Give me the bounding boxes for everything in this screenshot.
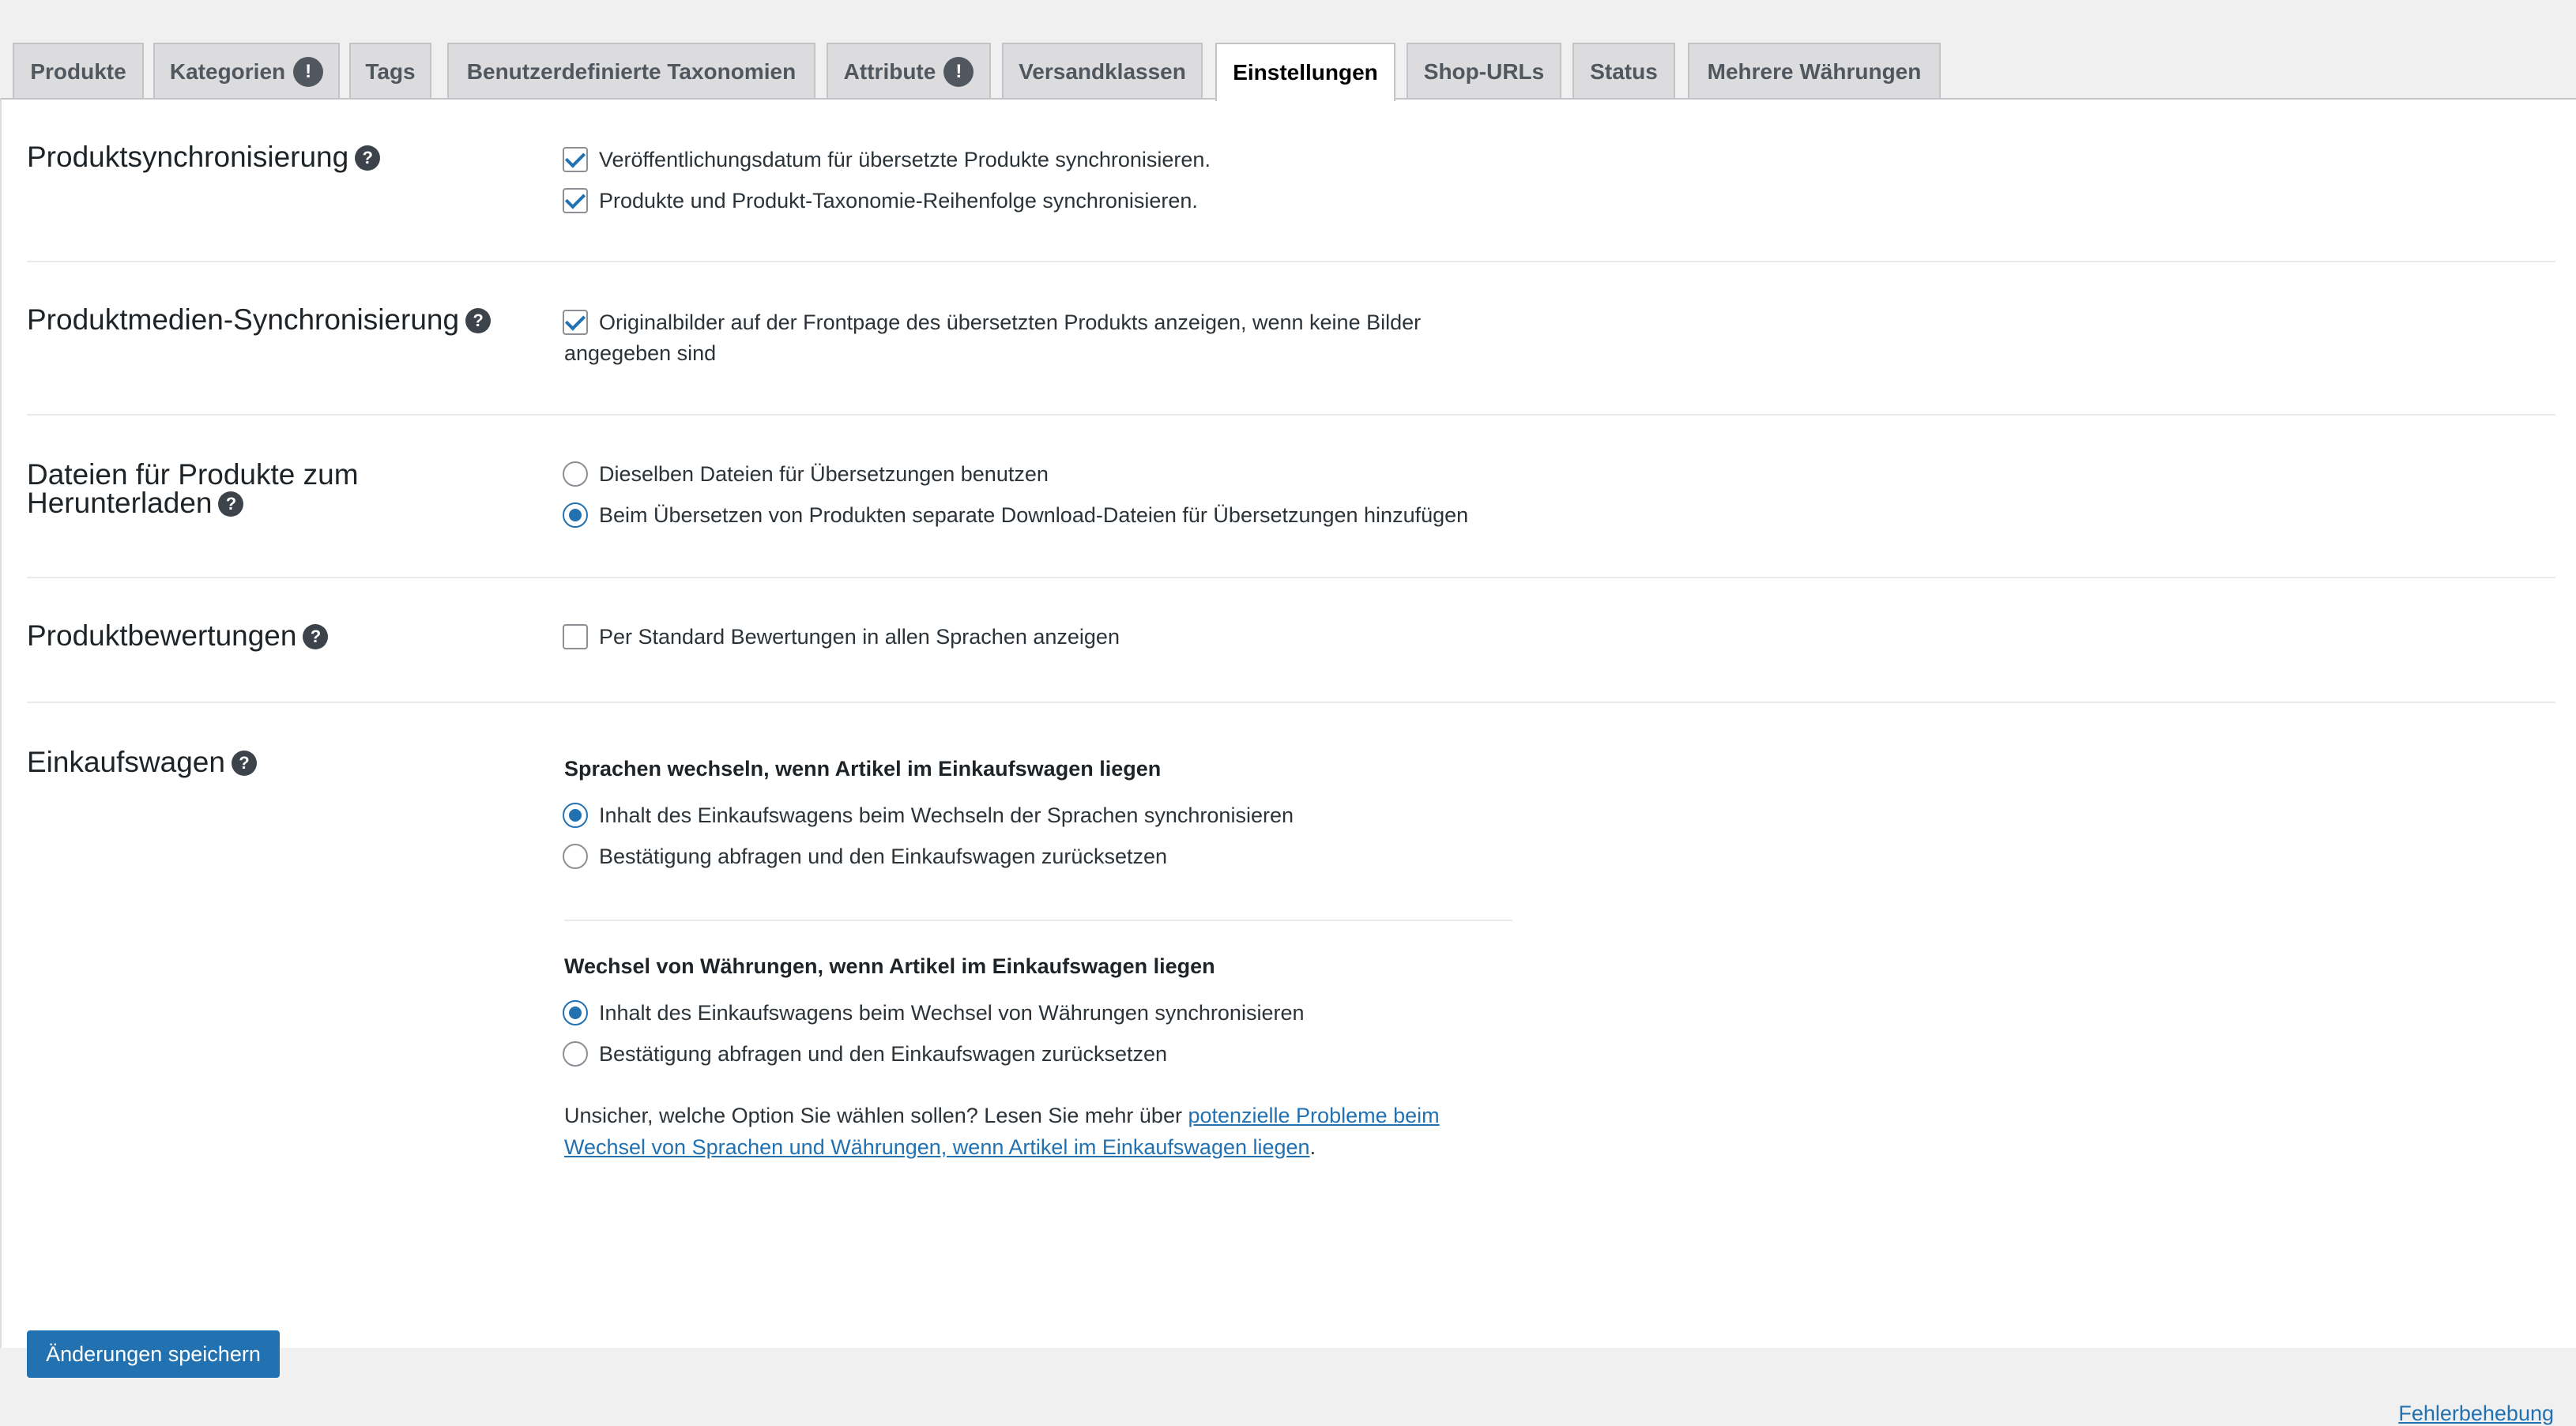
tab-label: Produkte [30, 59, 126, 84]
radio-cart-currency-sync[interactable] [563, 1000, 588, 1025]
divider [564, 920, 1512, 921]
option-downloads-separate-files[interactable]: Beim Übersetzen von Produkten separate D… [563, 502, 1468, 528]
divider [27, 261, 2555, 262]
section-title-downloads: Dateien für Produkte zum Herunterladen? [27, 458, 359, 519]
radio-downloads-same-files[interactable] [563, 461, 588, 487]
radio-downloads-separate-files[interactable] [563, 502, 588, 528]
cart-help-note: Unsicher, welche Option Sie wählen solle… [564, 1104, 1440, 1159]
option-cart-currency-sync[interactable]: Inhalt des Einkaufswagens beim Wechsel v… [563, 1000, 1305, 1025]
option-reviews-all-languages[interactable]: Per Standard Bewertungen in allen Sprach… [563, 624, 1120, 649]
section-title-cart: Einkaufswagen? [27, 747, 257, 777]
option-cart-lang-confirm[interactable]: Bestätigung abfragen und den Einkaufswag… [563, 844, 1167, 869]
help-icon[interactable]: ? [231, 751, 257, 776]
option-media-original-images-cont: angegeben sind [564, 341, 717, 365]
option-media-original-images[interactable]: Originalbilder auf der Frontpage des übe… [563, 310, 1421, 335]
tab-versandklassen[interactable]: Versandklassen [1002, 43, 1203, 100]
option-sync-publish-date[interactable]: Veröffentlichungsdatum für übersetzte Pr… [563, 147, 1211, 172]
tab-label: Benutzerdefinierte Taxonomien [466, 59, 797, 84]
tab-label: Attribute [843, 59, 936, 84]
tab-benutzerdefinierte-taxonomien[interactable]: Benutzerdefinierte Taxonomien [447, 43, 815, 100]
cart-currency-heading: Wechsel von Währungen, wenn Artikel im E… [564, 954, 1215, 978]
option-cart-lang-sync[interactable]: Inhalt des Einkaufswagens beim Wechseln … [563, 803, 1294, 828]
cart-language-heading: Sprachen wechseln, wenn Artikel im Einka… [564, 757, 1162, 781]
tab-label: Einstellungen [1233, 60, 1378, 85]
section-title-media-sync: Produktmedien-Synchronisierung? [27, 305, 491, 335]
tab-mehrere-waehrungen[interactable]: Mehrere Währungen [1688, 43, 1941, 100]
save-button[interactable]: Änderungen speichern [27, 1330, 280, 1378]
section-title-reviews: Produktbewertungen? [27, 621, 329, 651]
tab-label: Versandklassen [1019, 59, 1186, 84]
radio-cart-lang-sync[interactable] [563, 803, 588, 828]
radio-cart-lang-confirm[interactable] [563, 844, 588, 869]
section-title-product-sync: Produktsynchronisierung? [27, 142, 381, 172]
settings-panel: Produktsynchronisierung? Veröffentlichun… [0, 98, 2576, 1425]
tab-kategorien[interactable]: Kategorien! [153, 43, 340, 100]
warning-badge-icon: ! [293, 57, 324, 87]
help-icon[interactable]: ? [303, 624, 329, 649]
option-downloads-same-files[interactable]: Dieselben Dateien für Übersetzungen benu… [563, 461, 1049, 487]
help-icon[interactable]: ? [218, 491, 244, 517]
tab-label: Shop-URLs [1423, 59, 1545, 84]
tab-bar: Produkte Kategorien! Tags Benutzerdefini… [0, 0, 2576, 101]
help-icon[interactable]: ? [355, 145, 381, 171]
divider [27, 702, 2555, 703]
divider [27, 414, 2555, 416]
tab-label: Status [1590, 59, 1658, 84]
tab-attribute[interactable]: Attribute! [827, 43, 991, 100]
tab-tags[interactable]: Tags [349, 43, 431, 100]
tab-shop-urls[interactable]: Shop-URLs [1407, 43, 1561, 100]
tab-produkte[interactable]: Produkte [13, 43, 144, 100]
tab-label: Tags [365, 59, 416, 84]
option-cart-currency-confirm[interactable]: Bestätigung abfragen und den Einkaufswag… [563, 1041, 1167, 1067]
checkbox-media-original-images[interactable] [563, 310, 588, 335]
divider [27, 577, 2555, 578]
tab-label: Kategorien [169, 59, 286, 84]
troubleshooting-link[interactable]: Fehlerbehebung [2398, 1402, 2554, 1426]
radio-cart-currency-confirm[interactable] [563, 1041, 588, 1067]
help-icon[interactable]: ? [465, 308, 491, 333]
checkbox-sync-taxonomy-order[interactable] [563, 188, 588, 213]
warning-badge-icon: ! [943, 57, 974, 87]
tab-status[interactable]: Status [1572, 43, 1675, 100]
tab-label: Mehrere Währungen [1707, 59, 1922, 84]
checkbox-sync-publish-date[interactable] [563, 147, 588, 172]
checkbox-reviews-all-languages[interactable] [563, 624, 588, 649]
option-sync-taxonomy-order[interactable]: Produkte und Produkt-Taxonomie-Reihenfol… [563, 188, 1198, 213]
tab-einstellungen[interactable]: Einstellungen [1215, 43, 1395, 101]
